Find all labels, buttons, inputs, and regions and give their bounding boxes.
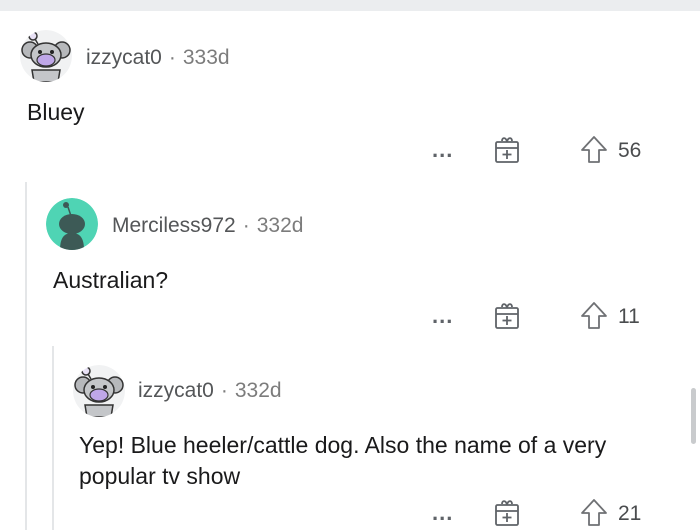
comment-age: 332d <box>234 379 282 402</box>
scrollbar-thumb[interactable] <box>691 388 696 444</box>
more-options-button[interactable]: ... <box>432 138 453 162</box>
more-options-button[interactable]: ... <box>432 304 453 328</box>
more-options-button[interactable]: ... <box>432 501 453 525</box>
comment-age: 332d <box>256 214 304 237</box>
username-link[interactable]: izzycat0 <box>86 46 162 69</box>
comment-age: 333d <box>182 46 230 69</box>
upvote-count: 11 <box>618 305 640 328</box>
upvote-arrow-icon[interactable] <box>580 301 608 331</box>
comment-text: Australian? <box>53 267 169 293</box>
comment-meta: izzycat0 · 333d <box>86 46 230 70</box>
award-gift-icon[interactable] <box>494 499 520 527</box>
meta-separator: · <box>168 46 176 69</box>
award-gift-icon[interactable] <box>494 136 520 164</box>
upvote-arrow-icon[interactable] <box>580 135 608 165</box>
upvote-arrow-icon[interactable] <box>580 498 608 528</box>
meta-separator: · <box>242 214 250 237</box>
comment-actions: ... 11 <box>432 301 672 334</box>
comment-meta: izzycat0 · 332d <box>138 379 282 403</box>
meta-separator: · <box>220 379 228 402</box>
username-link[interactable]: izzycat0 <box>138 379 214 402</box>
comment-actions: ... 56 <box>432 135 672 168</box>
koala-avatar-icon <box>73 365 125 417</box>
avatar[interactable] <box>73 365 125 417</box>
upvote-count: 56 <box>618 139 642 162</box>
koala-avatar-icon <box>20 30 72 82</box>
upvote-count: 21 <box>618 502 642 525</box>
award-gift-icon[interactable] <box>494 302 520 330</box>
comment-actions: ... 21 <box>432 498 672 531</box>
avatar[interactable] <box>46 198 98 250</box>
thread-line <box>52 346 54 530</box>
thread-line <box>25 182 27 530</box>
comment-text: Bluey <box>27 99 85 125</box>
avatar[interactable] <box>20 30 72 82</box>
top-divider <box>0 0 700 11</box>
comment-text: Yep! Blue heeler/cattle dog. Also the na… <box>79 432 607 489</box>
comment-meta: Merciless972 · 332d <box>112 214 303 238</box>
username-link[interactable]: Merciless972 <box>112 214 236 237</box>
snoo-avatar-icon <box>46 198 98 250</box>
